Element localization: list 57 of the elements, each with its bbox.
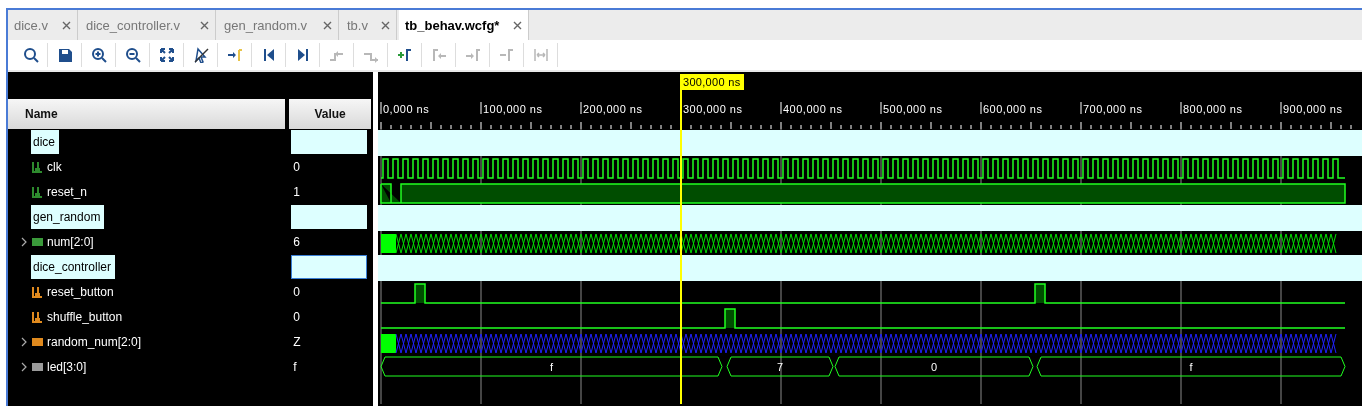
value-cell[interactable] — [291, 254, 368, 279]
bus-value: f — [1189, 360, 1193, 373]
signal-value: f — [292, 359, 297, 374]
signal-name[interactable]: num[2:0] — [47, 234, 94, 249]
time-tick-label: 200,000 ns — [583, 103, 643, 115]
signal-name[interactable]: reset_button — [47, 284, 114, 299]
signal-value: 0 — [292, 159, 300, 174]
group-label[interactable]: gen_random — [31, 204, 105, 229]
fit-arrows-icon — [158, 47, 175, 63]
add-marker-icon — [396, 47, 413, 63]
bracket-arrows-icon — [532, 47, 549, 63]
arrow-to-cursor-icon — [226, 47, 243, 63]
marker-back-icon — [430, 47, 447, 63]
value-cell[interactable] — [291, 204, 368, 229]
editor-tab[interactable]: tb_behav.wcfg* — [399, 10, 529, 40]
signal-value: 6 — [292, 234, 300, 249]
search-icon — [22, 47, 39, 63]
group-label[interactable]: dice — [31, 129, 59, 154]
time-tick-label: 700,000 ns — [1083, 103, 1143, 115]
expand-icon[interactable] — [20, 336, 28, 347]
close-icon[interactable] — [513, 20, 522, 30]
expand-icon[interactable] — [20, 361, 28, 372]
close-icon[interactable] — [323, 20, 332, 30]
time-tick-label: 900,000 ns — [1283, 103, 1343, 115]
close-icon[interactable] — [200, 20, 209, 30]
value-column-header[interactable]: Value — [289, 99, 371, 129]
value-cell[interactable] — [291, 129, 368, 154]
signal-name[interactable]: led[3:0] — [47, 359, 87, 374]
bus-value: f — [549, 360, 554, 373]
cursor-time-label: 300,000 ns — [680, 74, 744, 90]
bus-value: 7 — [776, 360, 784, 373]
signal-name[interactable]: random_num[2:0] — [47, 334, 142, 349]
marker-forward-icon — [464, 47, 481, 63]
time-tick-label: 100,000 ns — [483, 103, 543, 115]
close-icon[interactable] — [62, 20, 71, 30]
signal-value: 0 — [292, 309, 300, 324]
signal-name[interactable]: shuffle_button — [47, 309, 123, 324]
time-tick-label: 400,000 ns — [783, 103, 843, 115]
group-label[interactable]: dice_controller — [31, 254, 116, 279]
zoom-in-icon — [90, 47, 107, 63]
close-icon[interactable] — [381, 20, 390, 30]
bus-value: 0 — [930, 360, 938, 373]
signal-value: Z — [292, 334, 301, 349]
crossed-pointer-icon — [192, 47, 209, 63]
minus-marker-icon — [498, 47, 515, 63]
name-column-header[interactable]: Name — [8, 99, 286, 129]
time-tick-label: 0,000 ns — [383, 103, 430, 115]
expand-icon[interactable] — [20, 236, 28, 247]
zoom-out-icon — [124, 47, 141, 63]
time-tick-label: 500,000 ns — [883, 103, 943, 115]
signal-name[interactable]: clk — [47, 159, 62, 174]
time-tick-label: 300,000 ns — [683, 103, 743, 115]
signal-value: 0 — [292, 284, 300, 299]
time-tick-label: 600,000 ns — [983, 103, 1043, 115]
time-tick-label: 800,000 ns — [1183, 103, 1243, 115]
signal-value: 1 — [292, 184, 300, 199]
signal-name[interactable]: reset_n — [47, 184, 88, 199]
